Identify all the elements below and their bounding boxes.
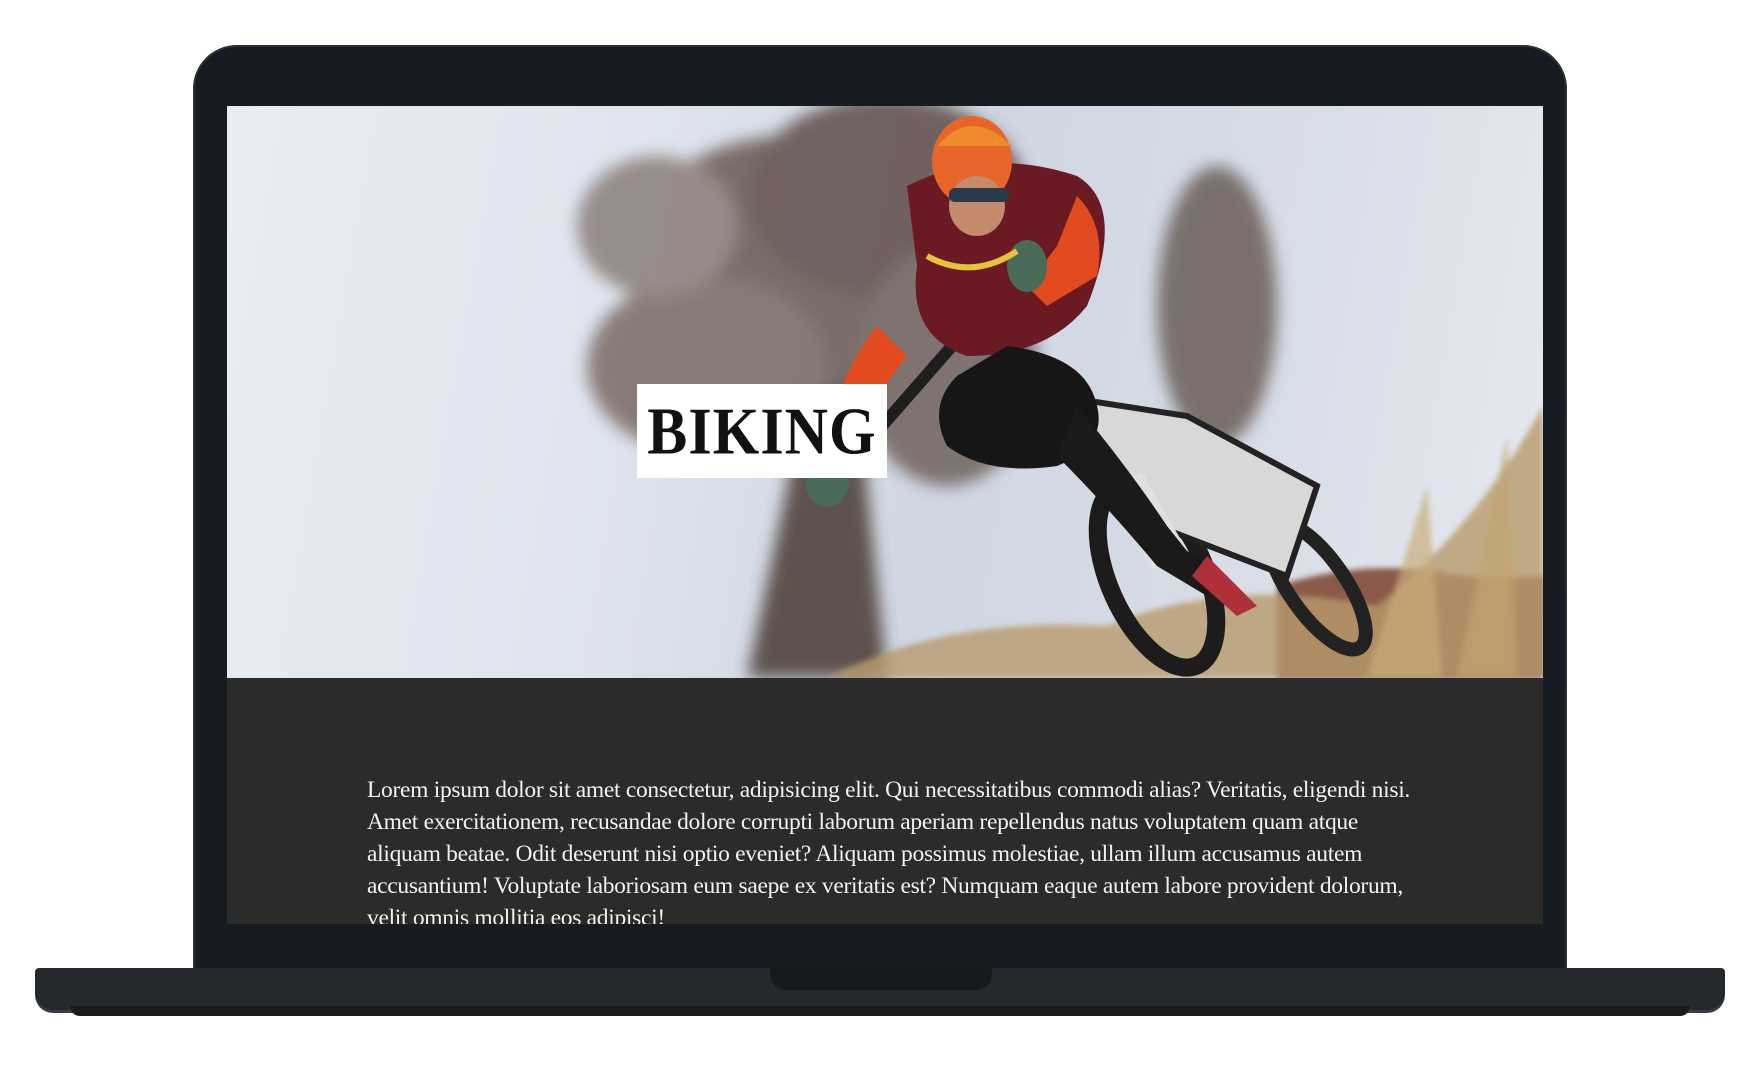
laptop-notch <box>770 968 992 990</box>
content-section: Lorem ipsum dolor sit amet consectetur, … <box>227 678 1543 924</box>
body-paragraph: Lorem ipsum dolor sit amet consectetur, … <box>367 777 1410 924</box>
screen: BIKING Lorem ipsum dolor sit amet consec… <box>227 106 1543 924</box>
hero-banner: BIKING <box>227 106 1543 678</box>
laptop-base-shadow <box>70 1006 1690 1016</box>
hero-title: BIKING <box>647 393 877 468</box>
hero-title-box: BIKING <box>637 384 887 478</box>
